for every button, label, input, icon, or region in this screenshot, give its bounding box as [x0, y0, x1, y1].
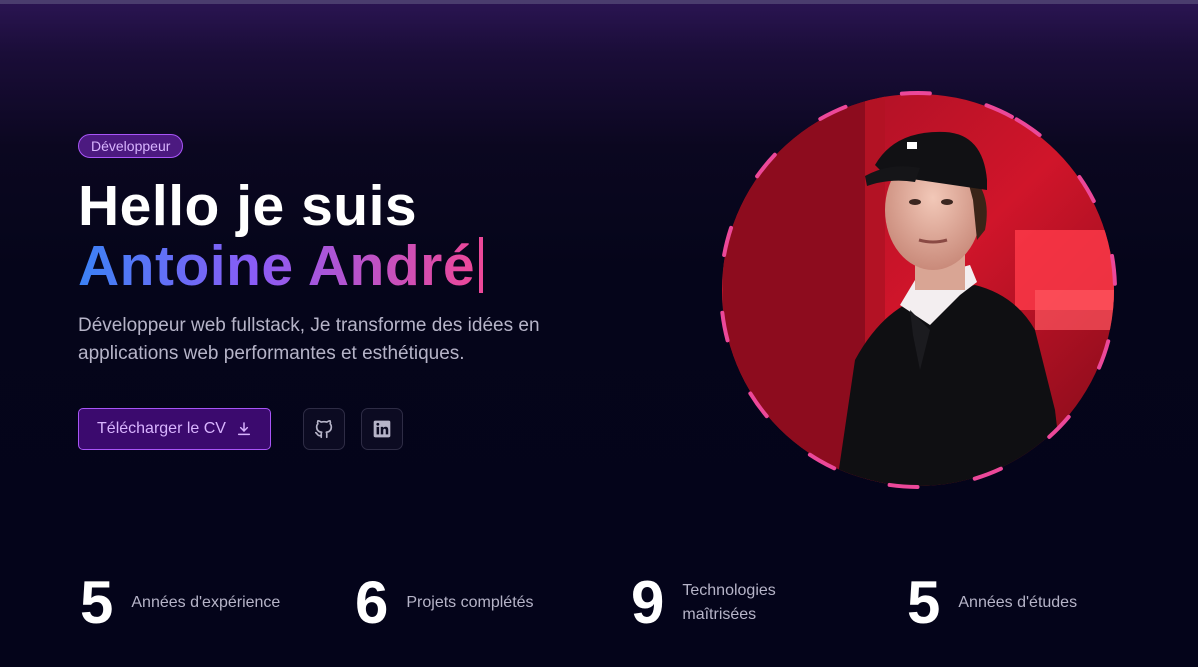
hero-title-line1: Hello je suis: [78, 174, 418, 238]
stat-label-line1: Années d'études: [958, 594, 1078, 611]
download-cv-button[interactable]: Télécharger le CV: [78, 408, 271, 450]
stat-technologies: 9 Technologies maîtrisées: [631, 570, 776, 636]
stat-label: Années d'études: [958, 591, 1077, 615]
profile-photo: [715, 90, 1121, 496]
hero-description-line1: Développeur web fullstack, Je transforme…: [78, 315, 540, 336]
stat-value: 6: [355, 569, 389, 636]
profile-photo-graphic: [719, 90, 1117, 489]
linkedin-icon: [373, 420, 391, 438]
role-badge-label: Développeur: [91, 138, 171, 154]
stat-experience: 5 Années d'expérience: [80, 570, 280, 636]
stat-label-line1: Années d'expérience: [131, 594, 281, 611]
github-icon: [314, 419, 333, 439]
stat-label-line1: Projets complétés: [406, 594, 534, 611]
stat-label: Projets complétés: [406, 591, 533, 615]
stat-value: 5: [80, 569, 114, 636]
hero-description: Développeur web fullstack, Je transforme…: [78, 312, 618, 368]
stat-label-line1: Technologies: [682, 582, 776, 599]
stat-label: Technologies maîtrisées: [682, 579, 775, 627]
download-cv-label: Télécharger le CV: [97, 420, 226, 437]
stat-value: 5: [907, 569, 941, 636]
hero-title-line2: Antoine André: [78, 232, 484, 300]
stat-value: 9: [631, 569, 665, 636]
typing-cursor: [479, 237, 484, 293]
hero-description-line2: applications web performantes et esthéti…: [78, 343, 465, 364]
role-badge: Développeur: [78, 134, 184, 158]
stat-studies: 5 Années d'études: [907, 570, 1077, 636]
linkedin-button[interactable]: [361, 408, 403, 450]
stat-label-line2: maîtrisées: [682, 606, 757, 623]
stat-projects: 6 Projets complétés: [355, 570, 534, 636]
stat-label: Années d'expérience: [131, 591, 280, 615]
download-icon: [237, 422, 251, 436]
hero-name: Antoine André: [78, 234, 476, 298]
github-button[interactable]: [303, 408, 345, 450]
top-border: [0, 0, 1198, 4]
